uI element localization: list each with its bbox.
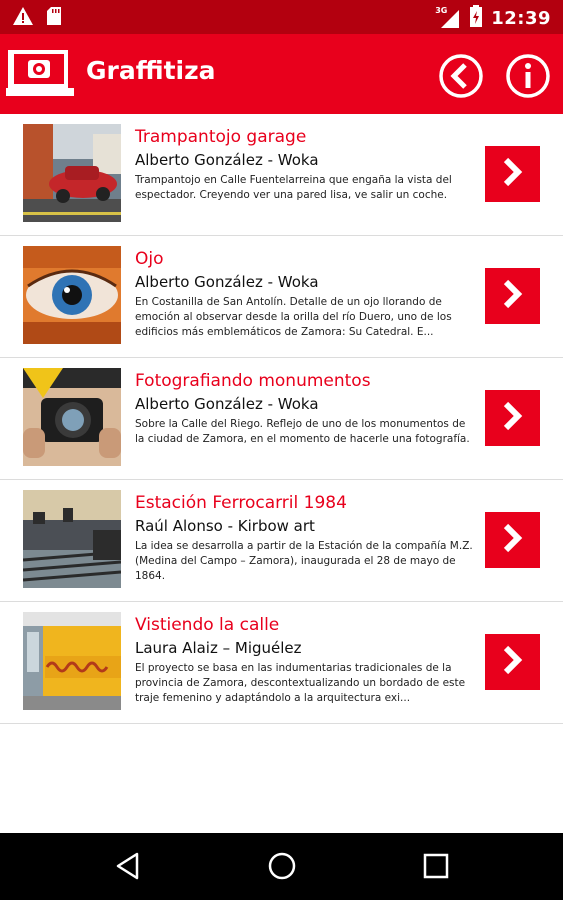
item-description: La idea se desarrolla a partir de la Est…: [135, 540, 473, 582]
item-title: Fotografiando monumentos: [135, 371, 371, 391]
chevron-right-icon: [501, 279, 525, 313]
item-author: Alberto González - Woka: [135, 151, 319, 169]
list-item[interactable]: Ojo Alberto González - Woka En Costanill…: [0, 236, 563, 358]
recents-square-icon: [421, 853, 451, 885]
open-item-button[interactable]: [485, 512, 540, 568]
item-author: Laura Alaiz – Miguélez: [135, 639, 302, 657]
app-title: Graffitiza: [86, 56, 216, 85]
status-time: 12:39: [491, 7, 551, 29]
warning-icon: [12, 6, 34, 30]
item-title: Vistiendo la calle: [135, 615, 280, 635]
item-author: Raúl Alonso - Kirbow art: [135, 517, 315, 535]
nav-home-button[interactable]: [267, 851, 297, 885]
back-button[interactable]: [438, 53, 484, 99]
home-circle-icon: [267, 852, 297, 885]
list-item[interactable]: Vistiendo la calle Laura Alaiz – Miguéle…: [0, 602, 563, 724]
item-title: Trampantojo garage: [135, 127, 307, 147]
item-description: En Costanilla de San Antolín. Detalle de…: [135, 296, 452, 338]
thumbnail-image: [23, 490, 121, 588]
sd-card-icon: [46, 6, 62, 30]
open-item-button[interactable]: [485, 634, 540, 690]
item-author: Alberto González - Woka: [135, 395, 319, 413]
open-item-button[interactable]: [485, 390, 540, 446]
list-item[interactable]: Fotografiando monumentos Alberto Gonzále…: [0, 358, 563, 480]
info-button[interactable]: [505, 53, 551, 99]
list-item[interactable]: Trampantojo garage Alberto González - Wo…: [0, 114, 563, 236]
open-item-button[interactable]: [485, 268, 540, 324]
item-title: Estación Ferrocarril 1984: [135, 493, 347, 513]
thumbnail-image: [23, 124, 121, 222]
system-nav-bar: [0, 833, 563, 900]
chevron-right-icon: [501, 401, 525, 435]
thumbnail-image: [23, 246, 121, 344]
open-item-button[interactable]: [485, 146, 540, 202]
chevron-right-icon: [501, 645, 525, 679]
camera-logo-icon: [6, 48, 76, 102]
thumbnail-image: [23, 368, 121, 466]
thumbnail-image: [23, 612, 121, 710]
item-description: Sobre la Calle del Riego. Reflejo de uno…: [135, 418, 470, 445]
back-circle-icon: [438, 54, 484, 103]
info-circle-icon: [505, 54, 551, 103]
list-item[interactable]: Estación Ferrocarril 1984 Raúl Alonso - …: [0, 480, 563, 602]
item-author: Alberto González - Woka: [135, 273, 319, 291]
signal-icon: 3G: [435, 6, 461, 30]
graffiti-list: Trampantojo garage Alberto González - Wo…: [0, 114, 563, 724]
nav-back-button[interactable]: [113, 851, 143, 885]
item-description: Trampantojo en Calle Fuentelarreina que …: [135, 174, 452, 201]
battery-icon: [469, 4, 483, 32]
item-description: El proyecto se basa en las indumentarias…: [135, 662, 466, 704]
chevron-right-icon: [501, 157, 525, 191]
status-bar: 3G 12:39: [0, 0, 563, 34]
back-triangle-icon: [113, 852, 143, 885]
app-bar: Graffitiza: [0, 34, 563, 114]
item-title: Ojo: [135, 249, 164, 269]
nav-recents-button[interactable]: [421, 851, 451, 885]
chevron-right-icon: [501, 523, 525, 557]
